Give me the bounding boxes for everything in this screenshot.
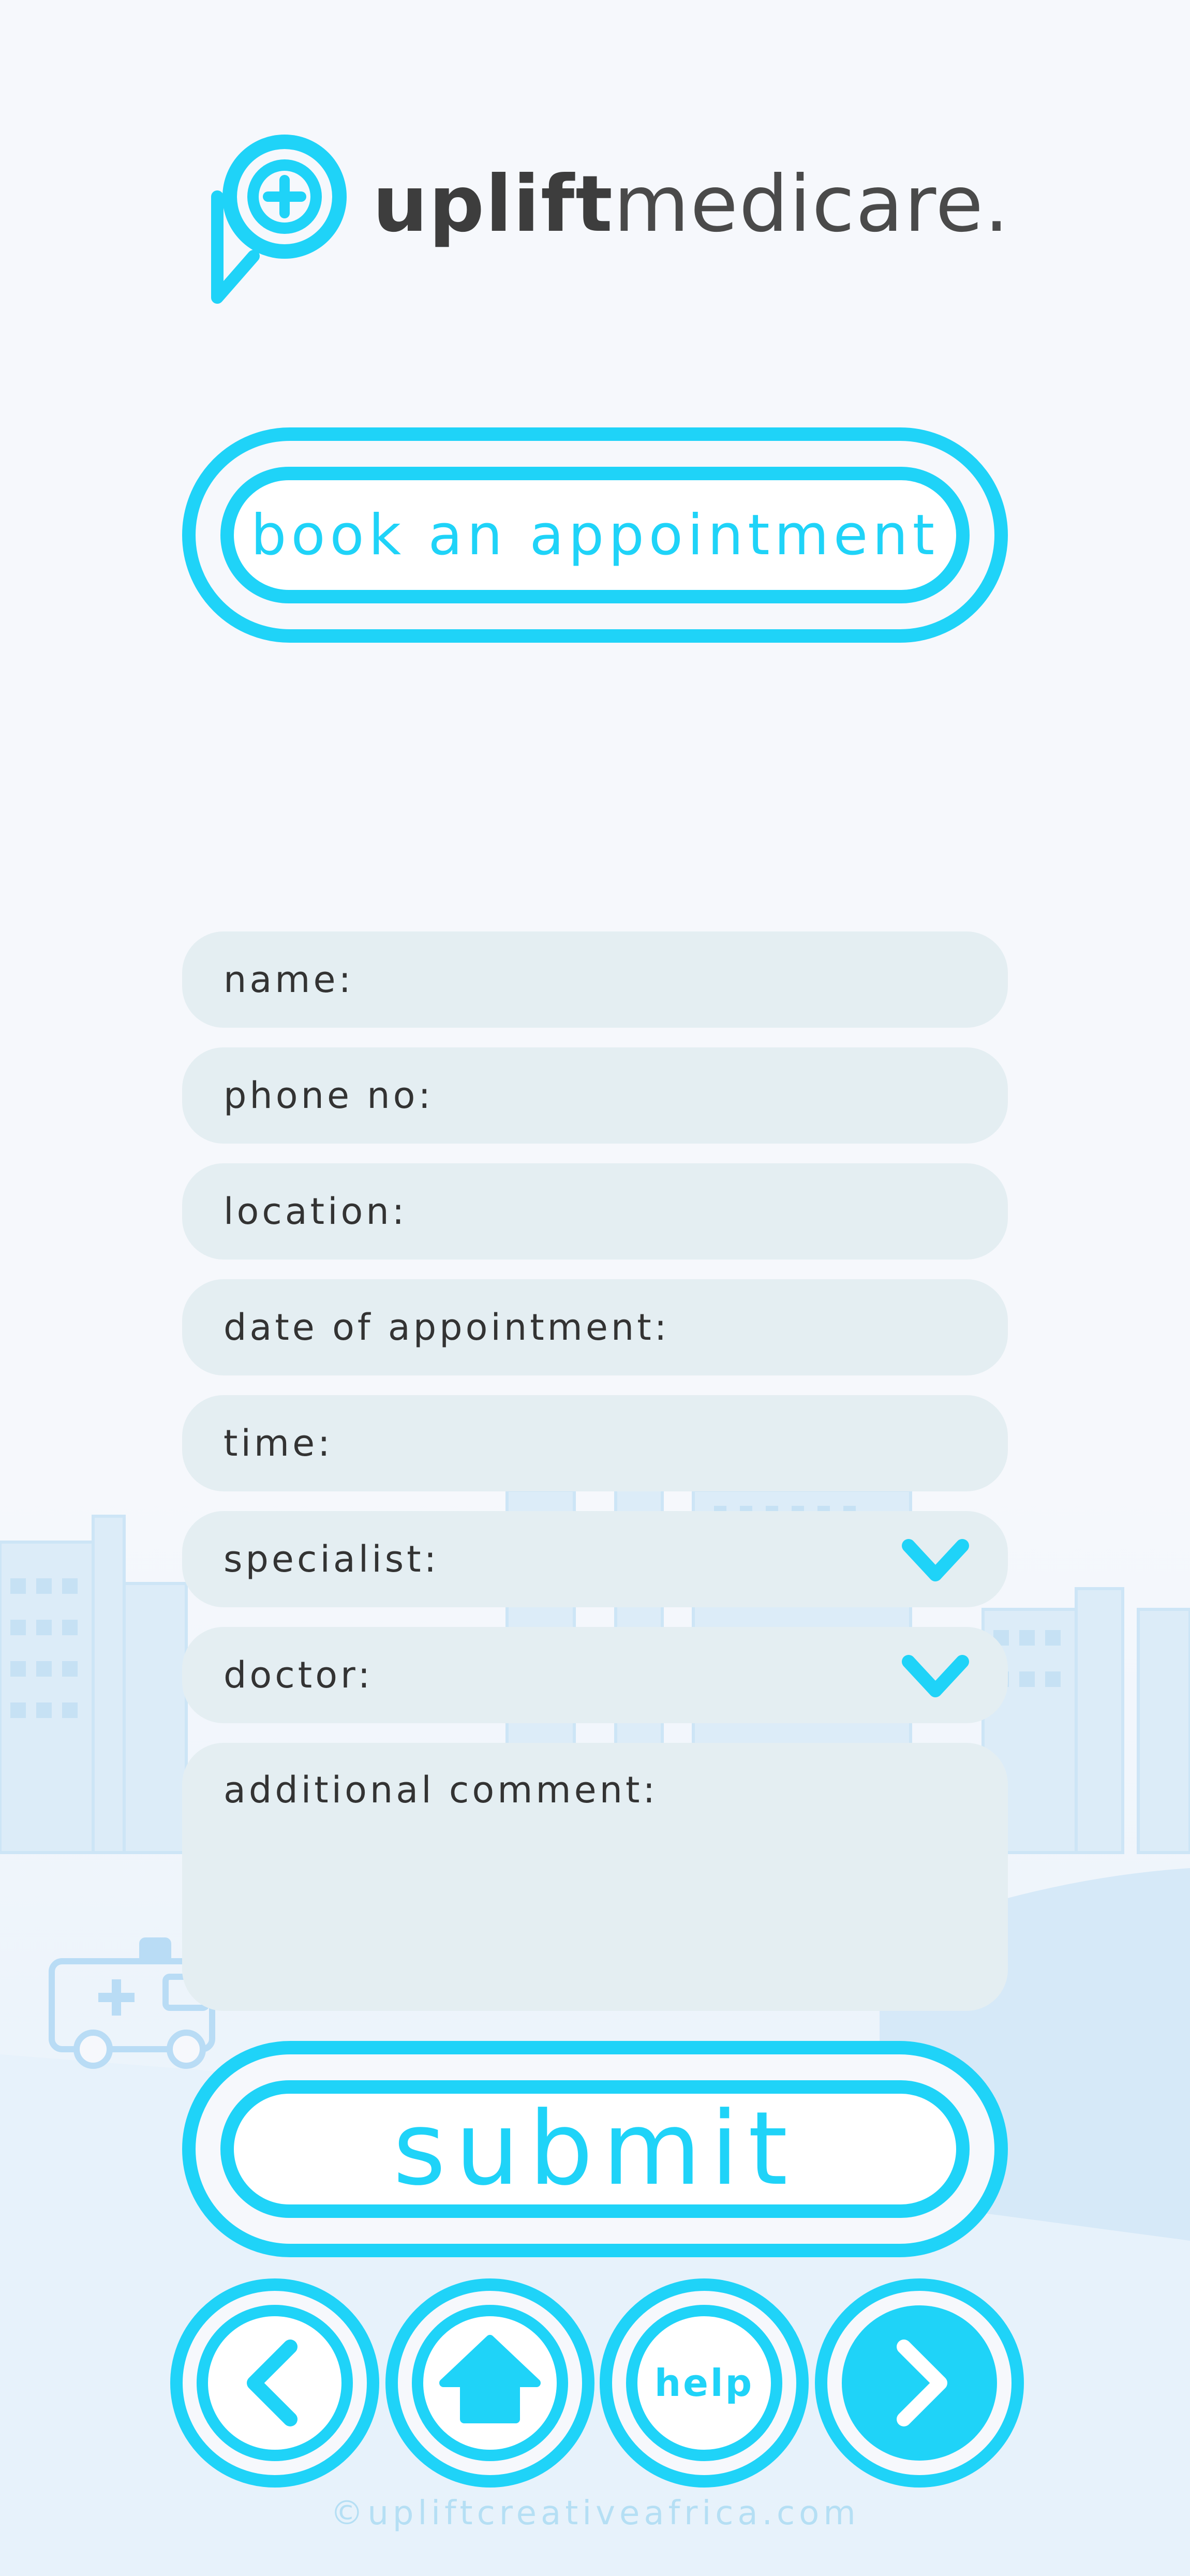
- location-field[interactable]: location:: [182, 1163, 1008, 1260]
- book-appointment-label: book an appointment: [220, 467, 970, 603]
- comment-textarea[interactable]: additional comment:: [182, 1743, 1008, 2011]
- submit-button[interactable]: submit: [182, 2041, 1008, 2257]
- copyright-text: ©upliftcreativeafrica.com: [330, 2494, 860, 2533]
- help-label: help: [654, 2361, 754, 2405]
- book-appointment-button[interactable]: book an appointment: [182, 427, 1008, 643]
- chevron-right-icon: [815, 2278, 1024, 2488]
- phone-label: phone no:: [224, 1074, 434, 1117]
- name-label: name:: [224, 958, 354, 1001]
- brand-name-light: medicare.: [613, 159, 1010, 249]
- doctor-label: doctor:: [224, 1654, 374, 1696]
- submit-label: submit: [220, 2080, 970, 2218]
- home-button[interactable]: [384, 2277, 596, 2489]
- specialist-select[interactable]: specialist:: [182, 1511, 1008, 1607]
- chevron-down-icon[interactable]: [899, 1533, 972, 1585]
- next-button[interactable]: [813, 2277, 1025, 2489]
- date-field[interactable]: date of appointment:: [182, 1279, 1008, 1375]
- back-button[interactable]: [169, 2277, 381, 2489]
- chevron-down-icon[interactable]: [899, 1649, 972, 1701]
- time-label: time:: [224, 1422, 333, 1464]
- specialist-label: specialist:: [224, 1538, 440, 1580]
- location-label: location:: [224, 1190, 408, 1233]
- date-label: date of appointment:: [224, 1306, 670, 1349]
- brand-name-bold: uplift: [373, 159, 614, 249]
- time-field[interactable]: time:: [182, 1395, 1008, 1491]
- comment-label: additional comment:: [224, 1769, 659, 1811]
- doctor-select[interactable]: doctor:: [182, 1627, 1008, 1723]
- name-field[interactable]: name:: [182, 931, 1008, 1028]
- phone-field[interactable]: phone no:: [182, 1047, 1008, 1144]
- help-button[interactable]: help: [598, 2277, 810, 2489]
- chevron-left-icon: [170, 2278, 379, 2488]
- brand-name: upliftmedicare.: [373, 158, 1010, 251]
- home-icon: [385, 2278, 594, 2488]
